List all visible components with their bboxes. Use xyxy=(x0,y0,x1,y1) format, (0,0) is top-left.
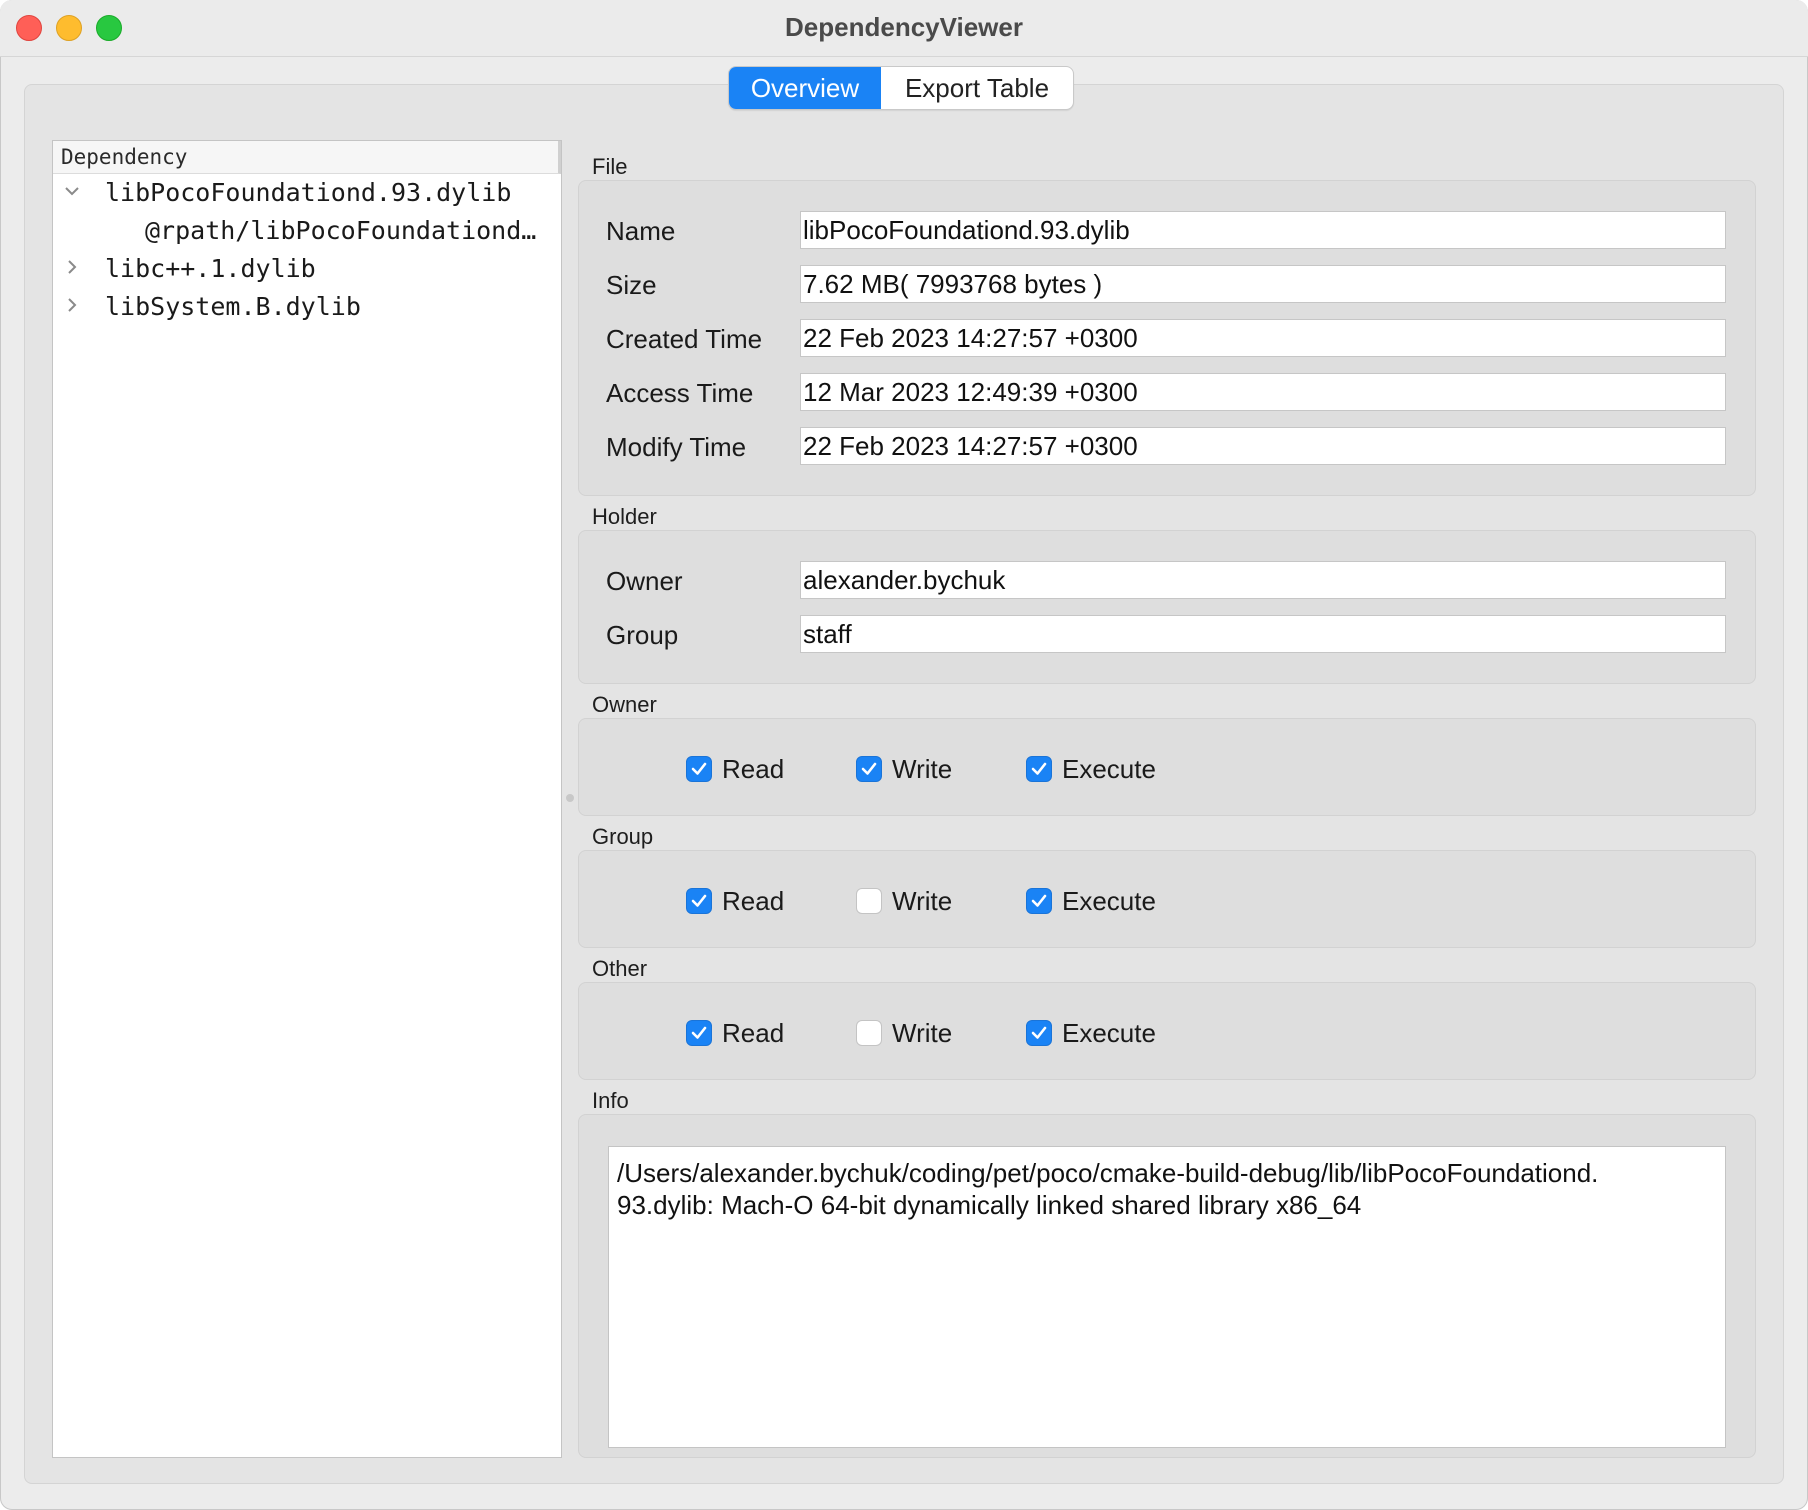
title-bar[interactable]: DependencyViewer xyxy=(0,0,1808,57)
info-section-title: Info xyxy=(592,1088,629,1113)
tree-header[interactable]: Dependency xyxy=(53,141,561,174)
app-window: DependencyViewer Overview Export Table D… xyxy=(0,0,1808,1510)
window-title: DependencyViewer xyxy=(785,12,1023,42)
owner-label: Owner xyxy=(606,566,683,596)
tree-item-label: libPocoFoundationd.93.dylib xyxy=(105,178,512,207)
checkbox-label: Write xyxy=(892,885,953,916)
name-field[interactable]: libPocoFoundationd.93.dylib xyxy=(800,211,1726,249)
group-permissions-title: Group xyxy=(592,824,654,849)
tree-item-label: libc++.1.dylib xyxy=(105,254,316,283)
checkmark-icon[interactable] xyxy=(1026,888,1052,914)
checkbox-label: Read xyxy=(722,1017,785,1048)
chevron-right-icon[interactable] xyxy=(63,250,83,288)
group-field[interactable]: staff xyxy=(800,615,1726,653)
unchecked-box-icon[interactable] xyxy=(856,1020,882,1046)
size-label: Size xyxy=(606,270,657,300)
other-permissions-title: Other xyxy=(592,956,648,981)
holder-section-title: Holder xyxy=(592,504,657,529)
checkbox-label: Read xyxy=(722,885,785,916)
checkmark-icon[interactable] xyxy=(856,756,882,782)
tab-bar: Overview Export Table xyxy=(728,66,1074,110)
owner-execute-checkbox[interactable]: Execute xyxy=(1026,753,1156,785)
access-time-field[interactable]: 12 Mar 2023 12:49:39 +0300 xyxy=(800,373,1726,411)
file-section-title: File xyxy=(592,154,628,179)
checkbox-label: Execute xyxy=(1062,885,1156,916)
checkmark-icon[interactable] xyxy=(686,756,712,782)
info-text-area[interactable]: /Users/alexander.bychuk/coding/pet/poco/… xyxy=(608,1146,1726,1448)
unchecked-box-icon[interactable] xyxy=(856,888,882,914)
other-write-checkbox[interactable]: Write xyxy=(856,1017,952,1049)
checkbox-label: Execute xyxy=(1062,753,1156,784)
tree-item-label: @rpath/libPocoFoundationd… xyxy=(145,216,537,245)
group-write-checkbox[interactable]: Write xyxy=(856,885,952,917)
group-execute-checkbox[interactable]: Execute xyxy=(1026,885,1156,917)
tab-overview[interactable]: Overview xyxy=(729,67,881,109)
tree-item[interactable]: libPocoFoundationd.93.dylib xyxy=(53,174,561,212)
owner-write-checkbox[interactable]: Write xyxy=(856,753,952,785)
owner-field[interactable]: alexander.bychuk xyxy=(800,561,1726,599)
holder-group-box xyxy=(578,530,1756,684)
modify-time-label: Modify Time xyxy=(606,432,747,462)
owner-permissions-title: Owner xyxy=(592,692,657,717)
group-label: Group xyxy=(606,620,679,650)
created-time-field[interactable]: 22 Feb 2023 14:27:57 +0300 xyxy=(800,319,1726,357)
checkbox-label: Write xyxy=(892,1017,953,1048)
group-read-checkbox[interactable]: Read xyxy=(686,885,784,917)
checkbox-label: Write xyxy=(892,753,953,784)
modify-time-field[interactable]: 22 Feb 2023 14:27:57 +0300 xyxy=(800,427,1726,465)
dependency-tree[interactable]: Dependency libPocoFoundationd.93.dylib @… xyxy=(52,140,562,1458)
checkmark-icon[interactable] xyxy=(1026,756,1052,782)
checkmark-icon[interactable] xyxy=(686,888,712,914)
other-execute-checkbox[interactable]: Execute xyxy=(1026,1017,1156,1049)
checkbox-label: Read xyxy=(722,753,785,784)
owner-read-checkbox[interactable]: Read xyxy=(686,753,784,785)
name-label: Name xyxy=(606,216,676,246)
checkmark-icon[interactable] xyxy=(1026,1020,1052,1046)
splitter-handle[interactable] xyxy=(566,794,574,802)
tab-export-table[interactable]: Export Table xyxy=(881,67,1073,109)
tree-item[interactable]: libc++.1.dylib xyxy=(53,250,561,288)
size-field[interactable]: 7.62 MB( 7993768 bytes ) xyxy=(800,265,1726,303)
chevron-right-icon[interactable] xyxy=(63,288,83,326)
checkbox-label: Execute xyxy=(1062,1017,1156,1048)
tree-item-child[interactable]: @rpath/libPocoFoundationd… xyxy=(53,212,561,250)
chevron-down-icon[interactable] xyxy=(63,174,83,212)
tree-item-label: libSystem.B.dylib xyxy=(105,292,361,321)
tree-item[interactable]: libSystem.B.dylib xyxy=(53,288,561,326)
created-time-label: Created Time xyxy=(606,324,763,354)
checkmark-icon[interactable] xyxy=(686,1020,712,1046)
other-read-checkbox[interactable]: Read xyxy=(686,1017,784,1049)
access-time-label: Access Time xyxy=(606,378,754,408)
